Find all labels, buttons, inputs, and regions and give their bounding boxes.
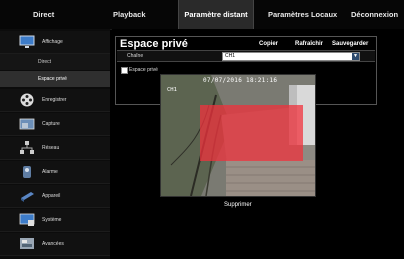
sidebar-item-device[interactable]: Appareil xyxy=(0,185,110,208)
sidebar-item-label: Système xyxy=(42,217,62,223)
system-monitor-icon xyxy=(19,213,35,226)
osd-timestamp: 07/07/2016 18:21:16 xyxy=(203,77,278,84)
advanced-settings-icon xyxy=(20,238,34,249)
sidebar-item-capture[interactable]: Capture xyxy=(0,113,110,136)
sidebar-subitem-direct[interactable]: Direct xyxy=(0,54,110,70)
tab-playback[interactable]: Playback xyxy=(113,0,146,29)
privacy-mask-region[interactable] xyxy=(200,105,303,161)
sidebar-item-label: Avancées xyxy=(42,241,64,247)
refresh-button[interactable]: Rafraîchir xyxy=(295,41,323,47)
camera-capture-icon xyxy=(19,118,35,130)
channel-select[interactable]: CH1 ▼ xyxy=(222,52,360,61)
delete-button[interactable]: Supprimer xyxy=(224,202,252,208)
channel-select-value: CH1 xyxy=(225,53,236,59)
copy-button[interactable]: Copier xyxy=(259,41,278,47)
sidebar-subitem-privacy[interactable]: Espace privé xyxy=(0,71,110,87)
privacy-checkbox[interactable] xyxy=(121,67,128,74)
sidebar-item-label: Affichage xyxy=(42,39,63,45)
osd-channel: CH1 xyxy=(167,87,177,93)
top-navigation: Direct Playback Paramètre distant Paramè… xyxy=(0,0,404,30)
sidebar-subitem-label: Espace privé xyxy=(38,76,67,82)
privacy-checkbox-label: Espace privé xyxy=(129,67,158,73)
sidebar-item-alarm[interactable]: Alarme xyxy=(0,161,110,184)
main-content: Espace privé Copier Rafraîchir Sauvegard… xyxy=(112,29,404,259)
monitor-icon xyxy=(19,35,35,48)
tab-local-settings[interactable]: Paramètres Locaux xyxy=(268,0,337,29)
tab-logout[interactable]: Déconnexion xyxy=(351,0,398,29)
sidebar-item-label: Alarme xyxy=(42,169,58,175)
sidebar-item-system[interactable]: Système xyxy=(0,209,110,232)
sidebar-item-display[interactable]: Affichage xyxy=(0,31,110,54)
video-preview[interactable]: 07/07/2016 18:21:16 CH1 xyxy=(160,74,316,197)
sidebar-item-label: Réseau xyxy=(42,145,60,151)
sidebar-item-label: Capture xyxy=(42,121,60,127)
alarm-icon xyxy=(23,166,31,178)
chevron-down-icon[interactable]: ▼ xyxy=(352,53,359,60)
tab-remote-settings[interactable]: Paramètre distant xyxy=(178,0,254,29)
save-button[interactable]: Sauvegarder xyxy=(332,41,368,47)
channel-row: Chaîne CH1 ▼ xyxy=(117,50,375,62)
sidebar-subitem-label: Direct xyxy=(38,59,52,65)
tab-direct[interactable]: Direct xyxy=(33,0,54,29)
sidebar-item-advanced[interactable]: Avancées xyxy=(0,233,110,256)
network-icon xyxy=(20,141,34,154)
sidebar-item-record[interactable]: Enregistrer xyxy=(0,89,110,112)
sidebar-item-network[interactable]: Réseau xyxy=(0,137,110,160)
sidebar: Affichage Direct Espace privé Enregistre… xyxy=(0,29,110,259)
film-reel-icon xyxy=(20,93,34,107)
sidebar-item-label: Appareil xyxy=(42,193,61,199)
page-title: Espace privé xyxy=(120,38,188,50)
device-icon xyxy=(21,192,34,202)
sidebar-item-label: Enregistrer xyxy=(42,97,67,103)
channel-label: Chaîne xyxy=(127,53,144,59)
